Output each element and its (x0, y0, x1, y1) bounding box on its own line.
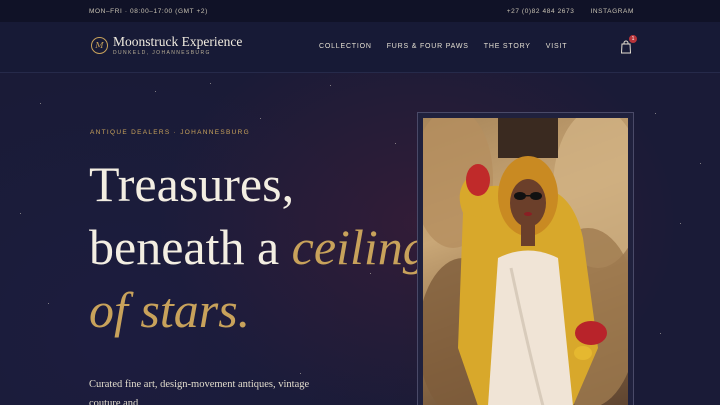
brand-logo[interactable]: M Moonstruck Experience DUNKELD, JOHANNE… (91, 35, 242, 56)
model-in-fur-illustration (423, 118, 628, 405)
cart-count-badge: 1 (629, 35, 637, 43)
hero-photo-frame (417, 112, 634, 405)
nav-item-furs-four-paws[interactable]: FURS & FOUR PAWS (387, 43, 469, 50)
instagram-link[interactable]: INSTAGRAM (590, 8, 634, 15)
brand-text: Moonstruck Experience DUNKELD, JOHANNESB… (113, 34, 243, 57)
logo-monogram-icon: M (91, 37, 108, 54)
cart-button[interactable]: 1 (620, 35, 637, 54)
opening-hours: MON–FRI · 08:00–17:00 (GMT +2) (89, 7, 208, 15)
headline-line-3: of stars. (89, 282, 251, 338)
top-info-bar: MON–FRI · 08:00–17:00 (GMT +2) +27 (0)82… (0, 0, 720, 22)
nav-item-visit[interactable]: VISIT (546, 43, 568, 50)
primary-nav: COLLECTION FURS & FOUR PAWS THE STORY VI… (319, 43, 567, 50)
main-header: M Moonstruck Experience DUNKELD, JOHANNE… (0, 22, 720, 73)
brand-name: Moonstruck Experience (113, 34, 243, 49)
hero-headline: Treasures, beneath a ceiling of stars. (89, 153, 428, 342)
headline-line-1: Treasures, (89, 156, 295, 212)
headline-line-2-plain: beneath a (89, 219, 292, 275)
hero-photo (423, 118, 628, 405)
hero-eyebrow: ANTIQUE DEALERS · JOHANNESBURG (90, 129, 250, 136)
hero-intro-text: Curated fine art, design-movement antiqu… (89, 379, 310, 405)
phone-link[interactable]: +27 (0)82 484 2673 (507, 8, 575, 15)
nav-item-the-story[interactable]: THE STORY (484, 43, 531, 50)
headline-line-2-accent: ceiling (291, 219, 428, 275)
top-links: +27 (0)82 484 2673 INSTAGRAM (507, 8, 634, 15)
headline-line-2: beneath a ceiling (89, 216, 428, 279)
hero-section: ANTIQUE DEALERS · JOHANNESBURG Treasures… (0, 73, 720, 405)
nav-item-collection[interactable]: COLLECTION (319, 43, 372, 50)
brand-location: DUNKELD, JOHANNESBURG (113, 50, 211, 56)
